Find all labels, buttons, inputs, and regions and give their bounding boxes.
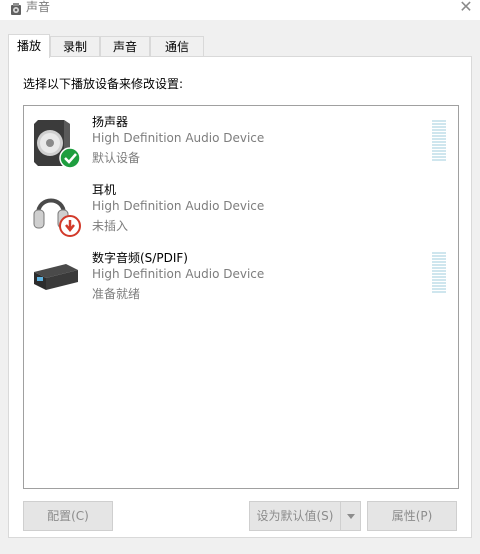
device-list: 扬声器 High Definition Audio Device 默认设备 耳机… bbox=[23, 105, 459, 489]
tab-strip: 播放 录制 声音 通信 bbox=[8, 34, 472, 58]
speaker-device-icon bbox=[34, 120, 81, 169]
device-description: High Definition Audio Device bbox=[92, 131, 265, 145]
speaker-icon bbox=[11, 3, 21, 15]
device-description: High Definition Audio Device bbox=[92, 267, 265, 281]
device-status: 默认设备 bbox=[92, 151, 141, 165]
volume-meter bbox=[432, 252, 446, 294]
title-bar: 声音 ✕ bbox=[0, 0, 480, 20]
device-name: 耳机 bbox=[92, 183, 117, 197]
chevron-down-icon bbox=[346, 514, 355, 519]
instruction-text: 选择以下播放设备来修改设置: bbox=[23, 77, 184, 91]
set-default-dropdown[interactable] bbox=[341, 501, 361, 531]
properties-button[interactable]: 属性(P) bbox=[367, 501, 457, 531]
device-status: 准备就绪 bbox=[92, 287, 141, 301]
device-name: 数字音频(S/PDIF) bbox=[92, 251, 188, 265]
close-button[interactable]: ✕ bbox=[452, 0, 480, 18]
digital-audio-box-icon bbox=[34, 264, 78, 290]
tab-playback[interactable]: 播放 bbox=[8, 34, 50, 58]
device-status: 未插入 bbox=[92, 219, 129, 233]
set-default-button[interactable]: 设为默认值(S) bbox=[249, 501, 341, 531]
window-title: 声音 bbox=[26, 0, 51, 14]
list-item-speakers[interactable]: 扬声器 High Definition Audio Device 默认设备 bbox=[24, 110, 458, 176]
device-description: High Definition Audio Device bbox=[92, 199, 265, 213]
tab-communications[interactable]: 通信 bbox=[150, 36, 204, 56]
headphones-icon bbox=[33, 198, 81, 237]
tab-recording[interactable]: 录制 bbox=[50, 36, 100, 56]
sound-dialog: 声音 ✕ 播放 录制 声音 通信 选择以下播放设备来修改设置: 扬声器 High… bbox=[0, 0, 480, 554]
list-item-headphones[interactable]: 耳机 High Definition Audio Device 未插入 bbox=[24, 178, 458, 244]
tab-sounds[interactable]: 声音 bbox=[100, 36, 150, 56]
device-name: 扬声器 bbox=[92, 115, 129, 129]
default-check-icon bbox=[59, 147, 81, 169]
volume-meter bbox=[432, 120, 446, 162]
playback-panel: 选择以下播放设备来修改设置: 扬声器 High Definition Audio… bbox=[8, 56, 472, 538]
configure-button[interactable]: 配置(C) bbox=[23, 501, 113, 531]
list-item-digital-audio[interactable]: 数字音频(S/PDIF) High Definition Audio Devic… bbox=[24, 246, 458, 312]
unplugged-arrow-icon bbox=[59, 215, 81, 237]
